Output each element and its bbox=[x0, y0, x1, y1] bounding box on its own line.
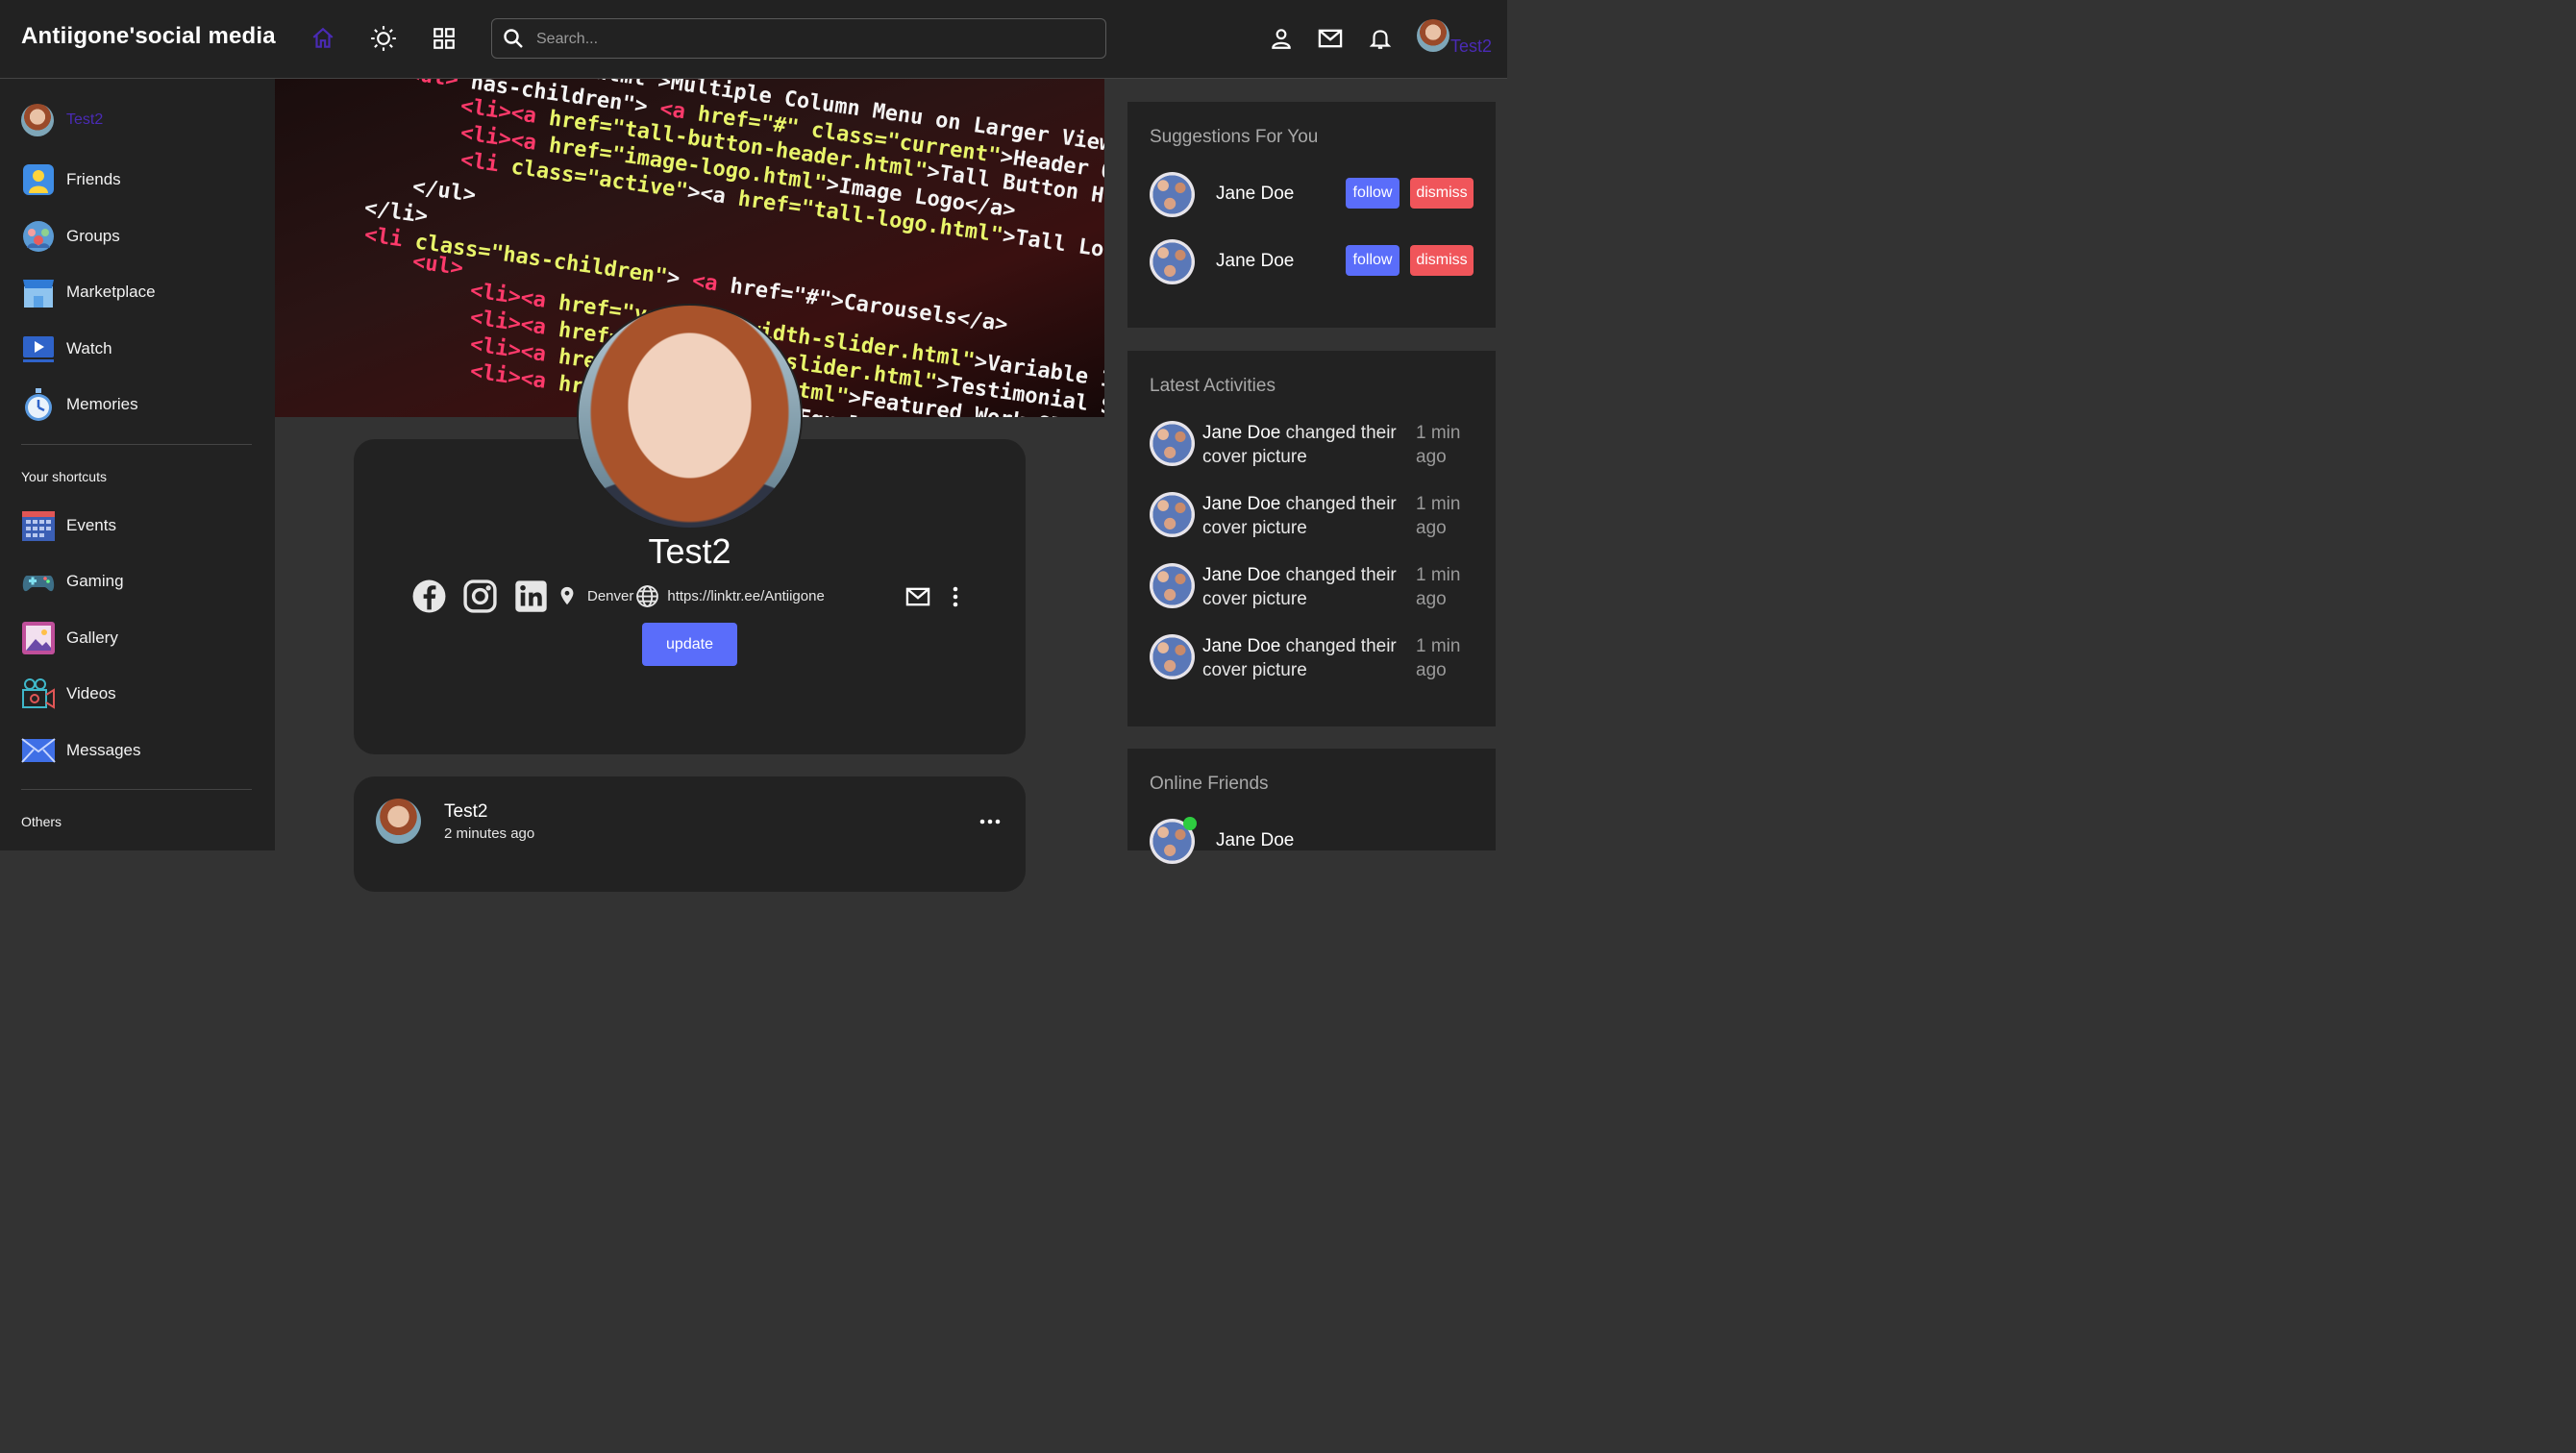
follow-button[interactable]: follow bbox=[1346, 245, 1399, 276]
sidebar-item-label: Videos bbox=[66, 684, 116, 702]
sidebar-item-friends[interactable]: Friends bbox=[21, 160, 121, 199]
search-bar[interactable] bbox=[491, 18, 1106, 59]
sidebar-item-gallery[interactable]: Gallery bbox=[21, 619, 118, 657]
sidebar-item-label: Watch bbox=[66, 339, 112, 357]
nav-user-avatar[interactable] bbox=[1417, 19, 1449, 52]
sidebar-item-events[interactable]: Events bbox=[21, 506, 116, 545]
location-pin-icon bbox=[557, 583, 578, 608]
profile-avatar[interactable] bbox=[577, 304, 803, 529]
sidebar-item-watch[interactable]: Watch bbox=[21, 330, 112, 368]
sidebar-item-label: Groups bbox=[66, 227, 120, 245]
gaming-icon bbox=[21, 564, 56, 599]
activity-avatar[interactable] bbox=[1150, 421, 1195, 466]
suggestion-name[interactable]: Jane Doe bbox=[1216, 184, 1294, 205]
dismiss-button[interactable]: dismiss bbox=[1410, 178, 1474, 209]
sidebar-item-label: Gaming bbox=[66, 572, 124, 590]
sidebar-user-avatar bbox=[21, 104, 54, 136]
profile-more-options-icon[interactable] bbox=[949, 585, 962, 608]
linkedin-icon[interactable] bbox=[513, 579, 549, 614]
sidebar-item-label: Messages bbox=[66, 741, 141, 759]
profile-mail-icon[interactable] bbox=[904, 583, 931, 610]
sidebar-item-groups[interactable]: Groups bbox=[21, 217, 120, 256]
sidebar-item-label: Gallery bbox=[66, 628, 118, 647]
activity-text: Jane Doe changed their cover picture bbox=[1202, 492, 1414, 540]
online-status-dot bbox=[1183, 817, 1197, 830]
post-author-name[interactable]: Test2 bbox=[444, 801, 487, 823]
online-friend-name[interactable]: Jane Doe bbox=[1216, 830, 1294, 851]
marketplace-icon bbox=[21, 275, 56, 309]
apps-grid-icon[interactable] bbox=[431, 25, 458, 52]
sidebar-item-marketplace[interactable]: Marketplace bbox=[21, 273, 156, 311]
sidebar-divider bbox=[21, 789, 252, 790]
videos-icon bbox=[21, 677, 56, 711]
suggestions-title: Suggestions For You bbox=[1150, 127, 1319, 147]
activity-avatar[interactable] bbox=[1150, 492, 1195, 537]
groups-icon bbox=[21, 219, 56, 254]
activity-avatar[interactable] bbox=[1150, 563, 1195, 608]
activity-user-name[interactable]: Jane Doe bbox=[1202, 494, 1280, 514]
follow-button[interactable]: follow bbox=[1346, 178, 1399, 209]
facebook-icon[interactable] bbox=[411, 579, 447, 614]
gallery-icon bbox=[21, 621, 56, 655]
sidebar-user-name: Test2 bbox=[66, 111, 104, 128]
profile-location: Denver bbox=[587, 587, 634, 604]
sidebar-user-profile[interactable]: Test2 bbox=[21, 101, 103, 139]
activity-user-name[interactable]: Jane Doe bbox=[1202, 636, 1280, 656]
messages-icon bbox=[21, 733, 56, 768]
activity-time: 1 min ago bbox=[1416, 565, 1461, 609]
notifications-bell-icon[interactable] bbox=[1367, 25, 1394, 52]
online-friends-card: Online Friends Jane Doe bbox=[1127, 749, 1496, 864]
sidebar-item-videos[interactable]: Videos bbox=[21, 675, 116, 713]
instagram-icon[interactable] bbox=[462, 579, 498, 614]
sidebar-item-messages[interactable]: Messages bbox=[21, 731, 140, 770]
friends-icon bbox=[21, 162, 56, 197]
suggestion-avatar[interactable] bbox=[1150, 172, 1195, 217]
memories-icon bbox=[21, 387, 56, 422]
sidebar-item-label: Marketplace bbox=[66, 283, 156, 301]
events-icon bbox=[21, 508, 56, 543]
activity-user-name[interactable]: Jane Doe bbox=[1202, 423, 1280, 443]
globe-icon bbox=[635, 584, 659, 608]
post-timestamp: 2 minutes ago bbox=[444, 825, 535, 842]
activity-text: Jane Doe changed their cover picture bbox=[1202, 634, 1414, 682]
theme-toggle-sun-icon[interactable] bbox=[370, 25, 397, 52]
post-author-avatar[interactable] bbox=[376, 799, 421, 844]
top-navbar: Antiigone'social media Test2 bbox=[0, 0, 1507, 79]
sidebar-item-gaming[interactable]: Gaming bbox=[21, 562, 124, 601]
activity-text: Jane Doe changed their cover picture bbox=[1202, 421, 1414, 469]
home-icon[interactable] bbox=[310, 25, 336, 52]
suggestion-avatar[interactable] bbox=[1150, 239, 1195, 284]
sidebar-divider bbox=[21, 444, 252, 445]
brand-logo-text[interactable]: Antiigone'social media bbox=[21, 23, 276, 50]
profile-website-link[interactable]: https://linktr.ee/Antiigone bbox=[667, 588, 824, 604]
others-section-title: Others bbox=[21, 814, 62, 829]
sidebar-item-memories[interactable]: Memories bbox=[21, 385, 138, 424]
activity-avatar[interactable] bbox=[1150, 634, 1195, 679]
suggestion-name[interactable]: Jane Doe bbox=[1216, 251, 1294, 272]
dismiss-button[interactable]: dismiss bbox=[1410, 245, 1474, 276]
search-input[interactable] bbox=[536, 28, 1075, 51]
sidebar-item-label: Memories bbox=[66, 395, 138, 413]
profile-name: Test2 bbox=[648, 531, 731, 571]
shortcuts-section-title: Your shortcuts bbox=[21, 469, 107, 484]
mail-icon[interactable] bbox=[1317, 25, 1344, 52]
activity-time: 1 min ago bbox=[1416, 494, 1461, 538]
sidebar-item-label: Friends bbox=[66, 170, 121, 188]
search-icon bbox=[502, 27, 525, 55]
activities-title: Latest Activities bbox=[1150, 376, 1276, 396]
activity-time: 1 min ago bbox=[1416, 423, 1461, 467]
post-more-options-icon[interactable] bbox=[978, 815, 1002, 828]
profile-person-icon[interactable] bbox=[1268, 25, 1295, 52]
sidebar-item-label: Events bbox=[66, 516, 116, 534]
activity-user-name[interactable]: Jane Doe bbox=[1202, 565, 1280, 585]
latest-activities-card: Latest Activities Jane Doe changed their… bbox=[1127, 351, 1496, 726]
social-links: Denver https://linktr.ee/Antiigone bbox=[411, 577, 825, 615]
activity-time: 1 min ago bbox=[1416, 636, 1461, 680]
nav-user-name[interactable]: Test2 bbox=[1450, 37, 1492, 57]
online-friends-title: Online Friends bbox=[1150, 774, 1269, 794]
suggestions-card: Suggestions For You Jane Doe follow dism… bbox=[1127, 102, 1496, 328]
activity-text: Jane Doe changed their cover picture bbox=[1202, 563, 1414, 611]
watch-icon bbox=[21, 332, 56, 366]
update-profile-button[interactable]: update bbox=[642, 623, 737, 666]
